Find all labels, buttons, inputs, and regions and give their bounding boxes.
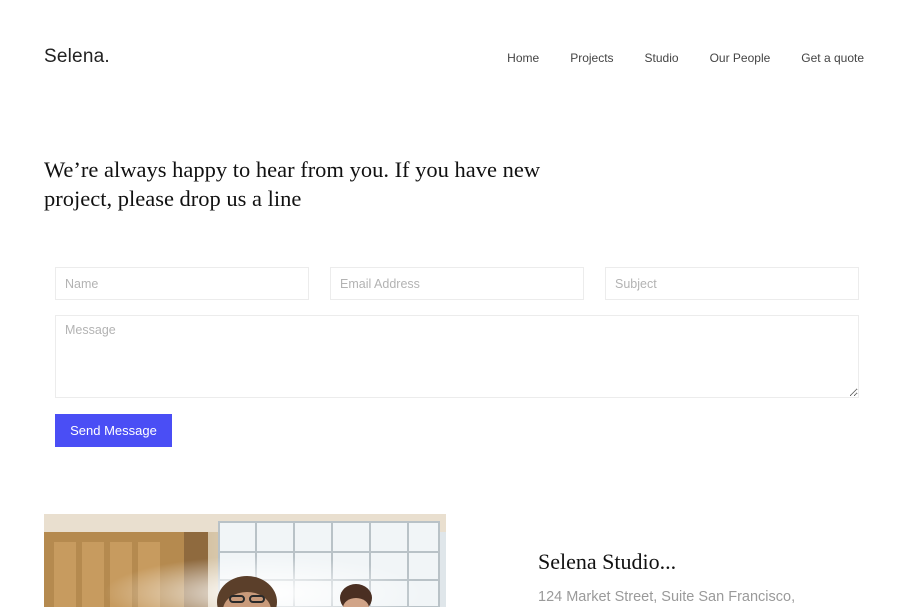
studio-title: Selena Studio... <box>538 549 677 574</box>
contact-headline: We’re always happy to hear from you. If … <box>44 157 541 211</box>
message-textarea[interactable] <box>55 315 859 398</box>
nav-home[interactable]: Home <box>507 51 539 65</box>
studio-photo <box>44 514 446 607</box>
subject-input[interactable] <box>605 267 859 300</box>
nav-studio[interactable]: Studio <box>645 51 679 65</box>
site-logo[interactable]: Selena. <box>44 46 110 68</box>
nav-get-a-quote[interactable]: Get a quote <box>801 51 864 65</box>
nav-our-people[interactable]: Our People <box>710 51 771 65</box>
nav-projects[interactable]: Projects <box>570 51 613 65</box>
main-nav: Home Projects Studio Our People Get a qu… <box>507 51 864 65</box>
studio-address: 124 Market Street, Suite San Francisco, <box>538 589 796 605</box>
send-message-button[interactable]: Send Message <box>55 414 172 447</box>
name-input[interactable] <box>55 267 309 300</box>
email-input[interactable] <box>330 267 584 300</box>
